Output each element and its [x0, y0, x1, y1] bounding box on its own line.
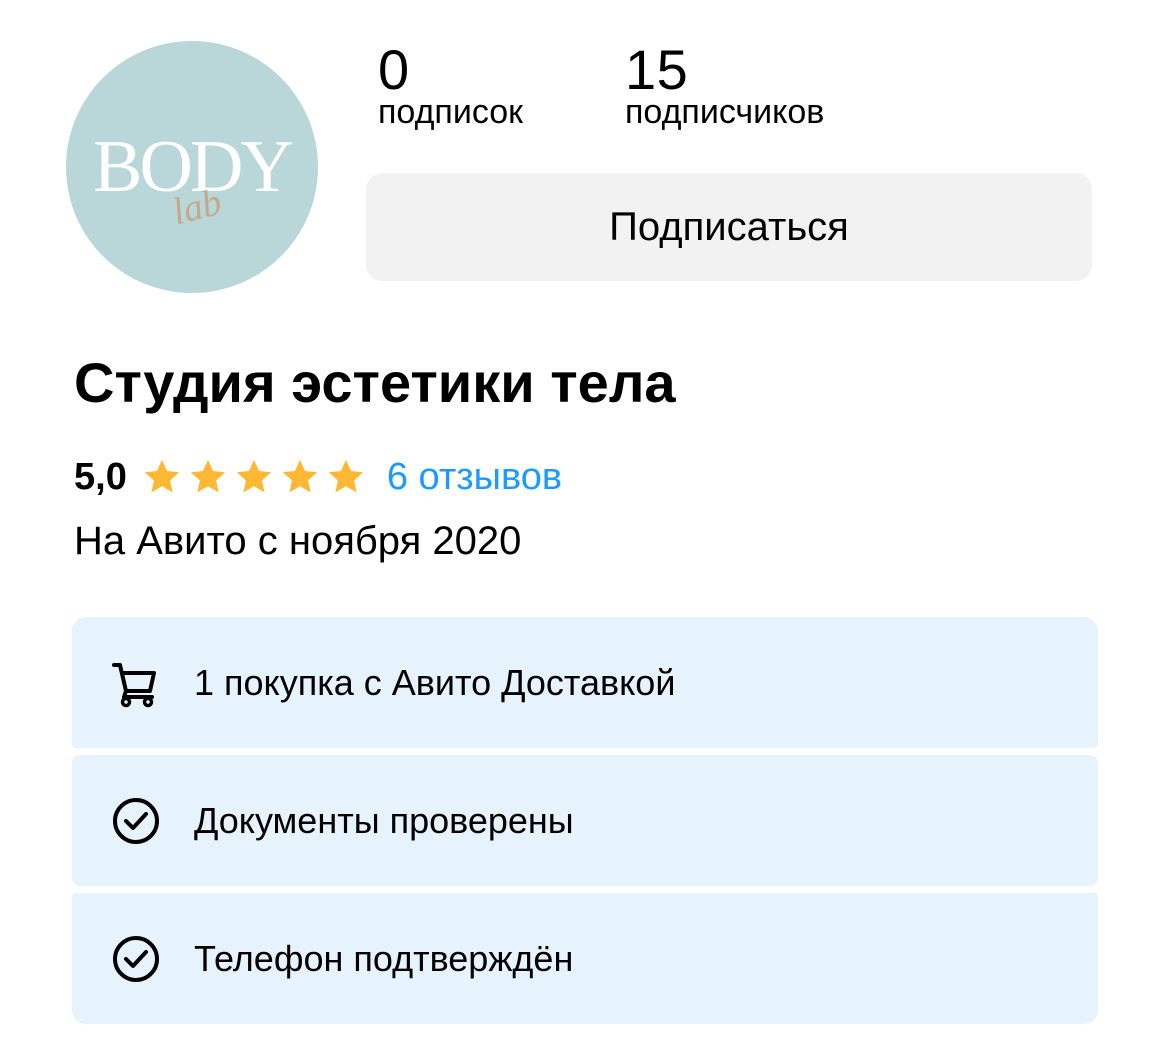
badge-list: 1 покупка с Авито Доставкой Документы пр…	[72, 617, 1098, 1024]
body-lab-logo: BODY lab	[93, 126, 295, 233]
badge-label: Документы проверены	[194, 799, 574, 841]
followers-count: 15	[625, 38, 689, 101]
reviews-link[interactable]: 6 отзывов	[387, 456, 562, 499]
followers-label: подписчиков	[625, 93, 825, 131]
check-circle-icon	[113, 935, 159, 982]
followers-stat[interactable]: 15 подписчиков	[625, 38, 825, 131]
badge-label: Телефон подтверждён	[194, 937, 574, 979]
profile-name: Студия эстетики тела	[74, 351, 676, 414]
star-icon	[282, 459, 317, 493]
cart-icon	[112, 662, 156, 707]
star-icon	[144, 459, 179, 493]
subscribe-button[interactable]: Подписаться	[366, 173, 1092, 281]
following-stat[interactable]: 0 подписок	[378, 38, 523, 131]
badge-phone: Телефон подтверждён	[72, 893, 1098, 1024]
member-since: На Авито с ноября 2020	[74, 519, 522, 563]
star-icon	[190, 459, 225, 493]
rating-value: 5,0	[74, 455, 127, 498]
badge-delivery: 1 покупка с Авито Доставкой	[72, 617, 1098, 748]
star-icon	[236, 459, 271, 493]
rating-row: 5,0 6 отзывов	[74, 452, 562, 502]
following-count: 0	[378, 38, 410, 101]
badge-label: 1 покупка с Авито Доставкой	[194, 661, 676, 703]
avatar[interactable]: BODY lab	[66, 41, 318, 293]
star-icon	[328, 459, 363, 493]
check-circle-icon	[113, 797, 159, 844]
badge-documents: Документы проверены	[72, 755, 1098, 886]
following-label: подписок	[378, 93, 523, 131]
rating-stars	[141, 456, 367, 498]
